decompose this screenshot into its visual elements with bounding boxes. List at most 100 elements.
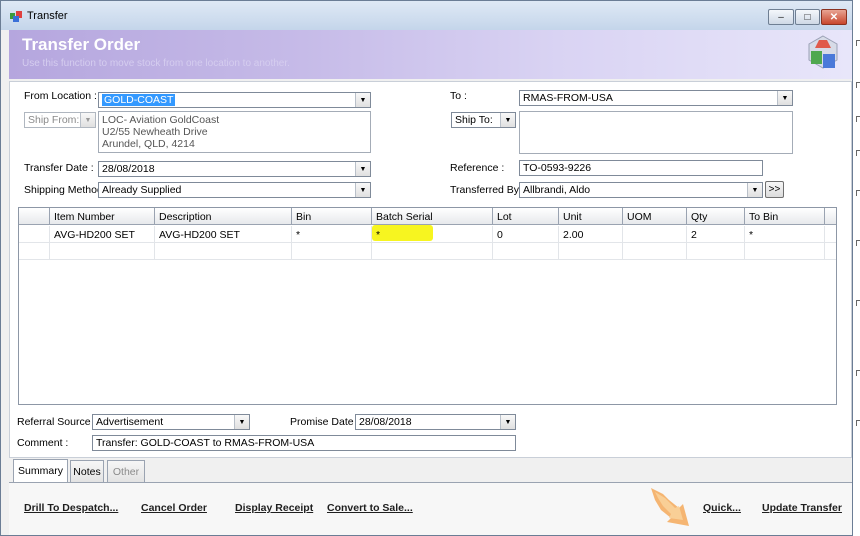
column-header-uom[interactable]: UOM xyxy=(623,208,687,225)
page-subtitle: Use this function to move stock from one… xyxy=(22,58,290,69)
transfer-date-label: Transfer Date : xyxy=(24,162,94,174)
title-bar[interactable]: Transfer ‒ □ ✕ xyxy=(1,1,852,30)
page-title: Transfer Order xyxy=(22,35,141,54)
maximize-button[interactable]: □ xyxy=(795,9,820,25)
minimize-icon: ‒ xyxy=(778,11,784,23)
edge-mark xyxy=(856,116,860,122)
promise-date-label: Promise Date : xyxy=(290,416,360,428)
chevron-down-icon: ▼ xyxy=(747,183,762,197)
tab-other: Other xyxy=(107,460,145,482)
cell-lot[interactable] xyxy=(493,243,559,260)
cell-qty[interactable]: 2 xyxy=(687,226,745,243)
drill-to-despatch-link[interactable]: Drill To Despatch... xyxy=(24,502,118,514)
cell-to-bin[interactable]: * xyxy=(745,226,825,243)
column-header-item-number[interactable]: Item Number xyxy=(50,208,155,225)
chevron-down-icon: ▼ xyxy=(80,113,95,127)
header-banner: Transfer Order Use this function to move… xyxy=(9,30,852,79)
cancel-order-link[interactable]: Cancel Order xyxy=(141,502,207,514)
quick-arrow-icon xyxy=(651,488,689,526)
column-header-unit[interactable]: Unit xyxy=(559,208,623,225)
close-button[interactable]: ✕ xyxy=(821,9,847,25)
from-location-value: GOLD-COAST xyxy=(102,94,176,106)
cell-bin[interactable] xyxy=(292,243,372,260)
chevron-down-icon: ▼ xyxy=(234,415,249,429)
cell-description[interactable] xyxy=(155,243,292,260)
transfer-logo-icon xyxy=(808,35,838,69)
items-grid[interactable]: Item Number Description Bin Batch Serial… xyxy=(18,207,837,405)
close-icon: ✕ xyxy=(829,11,839,23)
cell-lot[interactable]: 0 xyxy=(493,226,559,243)
to-label: To : xyxy=(450,90,467,102)
referral-source-value: Advertisement xyxy=(96,416,164,428)
maximize-icon: □ xyxy=(804,11,811,23)
shipping-method-select[interactable]: Already Supplied ▼ xyxy=(98,182,371,198)
cell-description[interactable]: AVG-HD200 SET xyxy=(155,226,292,243)
tab-summary[interactable]: Summary xyxy=(13,459,68,482)
table-row[interactable]: AVG-HD200 SET AVG-HD200 SET * * 0 2.00 2… xyxy=(19,226,836,243)
promise-date-picker[interactable]: 28/08/2018 ▼ xyxy=(355,414,516,430)
chevron-down-icon: ▼ xyxy=(500,415,515,429)
edge-mark xyxy=(856,240,860,246)
cell-uom[interactable] xyxy=(623,243,687,260)
transfer-date-picker[interactable]: 28/08/2018 ▼ xyxy=(98,161,371,177)
action-footer: Drill To Despatch... Cancel Order Displa… xyxy=(9,483,852,535)
cell-unit[interactable]: 2.00 xyxy=(559,226,623,243)
cell-to-bin[interactable] xyxy=(745,243,825,260)
ship-to-address[interactable] xyxy=(519,111,793,154)
edge-mark xyxy=(856,82,860,88)
referral-source-select[interactable]: Advertisement ▼ xyxy=(92,414,250,430)
app-icon xyxy=(10,11,22,22)
convert-to-sale-link[interactable]: Convert to Sale... xyxy=(327,502,413,514)
cell-qty[interactable] xyxy=(687,243,745,260)
edge-mark xyxy=(856,420,860,426)
row-selector[interactable] xyxy=(19,243,50,260)
tab-notes[interactable]: Notes xyxy=(70,460,104,482)
ship-from-address-line-3: Arundel, QLD, 4214 xyxy=(102,138,195,150)
column-header-batch-serial[interactable]: Batch Serial xyxy=(372,208,493,225)
column-header-selector[interactable] xyxy=(19,208,50,225)
ship-to-select[interactable]: Ship To: ▼ xyxy=(451,112,516,128)
chevron-down-icon: ▼ xyxy=(355,162,370,176)
comment-field[interactable]: Transfer: GOLD-COAST to RMAS-FROM-USA xyxy=(92,435,516,451)
cell-batch-serial[interactable]: * xyxy=(372,226,493,243)
row-selector[interactable] xyxy=(19,226,50,243)
minimize-button[interactable]: ‒ xyxy=(768,9,794,25)
grid-header: Item Number Description Bin Batch Serial… xyxy=(19,208,836,225)
ship-from-address-line-2: U2/55 Newheath Drive xyxy=(102,126,208,138)
cell-uom[interactable] xyxy=(623,226,687,243)
cell-unit[interactable] xyxy=(559,243,623,260)
cell-bin[interactable]: * xyxy=(292,226,372,243)
table-row-empty[interactable] xyxy=(19,243,836,260)
reference-label: Reference : xyxy=(450,162,505,174)
from-location-select[interactable]: GOLD-COAST ▼ xyxy=(98,92,371,108)
display-receipt-link[interactable]: Display Receipt xyxy=(235,502,313,514)
column-header-bin[interactable]: Bin xyxy=(292,208,372,225)
reference-field[interactable]: TO-0593-9226 xyxy=(519,160,763,176)
shipping-method-value: Already Supplied xyxy=(102,184,182,196)
column-header-description[interactable]: Description xyxy=(155,208,292,225)
column-header-qty[interactable]: Qty xyxy=(687,208,745,225)
quick-link[interactable]: Quick... xyxy=(703,502,741,514)
ship-from-select[interactable]: Ship From: ▼ xyxy=(24,112,96,128)
cell-item-number[interactable] xyxy=(50,243,155,260)
ship-from-label: Ship From: xyxy=(28,114,80,126)
transferred-by-value: Allbrandi, Aldo xyxy=(523,184,591,196)
edge-mark xyxy=(856,150,860,156)
to-location-select[interactable]: RMAS-FROM-USA ▼ xyxy=(519,90,793,106)
transfer-date-value: 28/08/2018 xyxy=(102,163,155,175)
edge-mark xyxy=(856,370,860,376)
cell-item-number[interactable]: AVG-HD200 SET xyxy=(50,226,155,243)
transferred-by-select[interactable]: Allbrandi, Aldo ▼ xyxy=(519,182,763,198)
cell-batch-serial[interactable] xyxy=(372,243,493,260)
update-transfer-link[interactable]: Update Transfer xyxy=(762,502,842,514)
transferred-by-lookup-button[interactable]: >> xyxy=(765,181,784,198)
chevron-down-icon: ▼ xyxy=(355,183,370,197)
transferred-by-label: Transferred By : xyxy=(450,184,525,196)
column-header-to-bin[interactable]: To Bin xyxy=(745,208,825,225)
column-header-lot[interactable]: Lot xyxy=(493,208,559,225)
chevron-down-icon: ▼ xyxy=(355,93,370,107)
referral-source-label: Referral Source : xyxy=(17,416,97,428)
ship-from-address[interactable]: LOC- Aviation GoldCoast U2/55 Newheath D… xyxy=(98,111,371,153)
promise-date-value: 28/08/2018 xyxy=(359,416,412,428)
chevron-down-icon: ▼ xyxy=(777,91,792,105)
